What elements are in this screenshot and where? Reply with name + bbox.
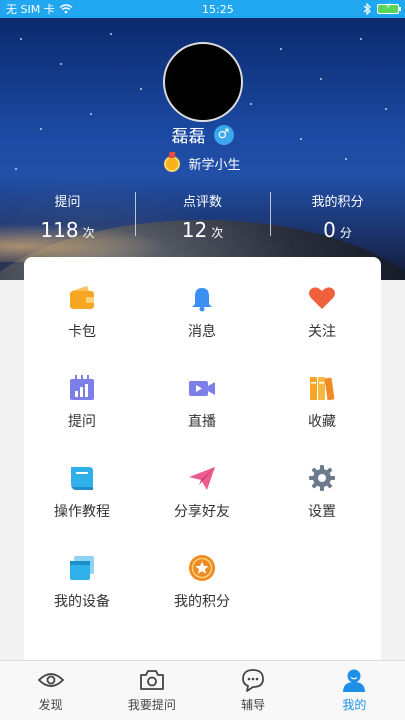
menu-label: 卡包: [68, 324, 96, 340]
menu-item-points[interactable]: 我的积分: [152, 553, 252, 623]
heart-icon: [309, 287, 335, 309]
paper-plane-icon: [189, 467, 215, 490]
nav-tutoring[interactable]: 辅导: [203, 661, 304, 720]
menu-label: 我的设备: [54, 594, 110, 610]
stat-unit: 次: [82, 226, 95, 240]
gear-icon: [309, 465, 335, 491]
menu-label: 设置: [308, 504, 336, 520]
clock: 15:25: [202, 2, 234, 16]
menu-item-live[interactable]: 直播: [152, 373, 252, 443]
carrier-text: 无 SIM 卡: [6, 3, 55, 16]
menu-item-questions[interactable]: 提问: [32, 373, 132, 443]
battery-icon: ⚡: [376, 2, 401, 14]
device-icon: [70, 556, 94, 580]
stat-value: 12: [181, 218, 208, 242]
menu-label: 操作教程: [54, 504, 110, 520]
nav-label: 我要提问: [127, 698, 176, 712]
book-icon: [71, 467, 93, 490]
bell-icon: [192, 288, 212, 312]
wallet-icon: [70, 286, 94, 309]
stat-label: 提问: [54, 195, 81, 210]
avatar[interactable]: [163, 42, 243, 122]
menu-item-devices[interactable]: 我的设备: [32, 553, 132, 623]
stat-unit: 分: [339, 226, 352, 240]
username-row: 磊磊 ♂: [0, 122, 405, 147]
menu-label: 收藏: [308, 414, 336, 430]
nav-label: 我的: [342, 698, 367, 712]
eye-icon: [37, 673, 64, 687]
stat-label: 点评数: [182, 195, 222, 210]
level-row: 新学小生: [0, 154, 405, 173]
stat-value: 118: [40, 218, 79, 242]
video-camera-icon: [189, 381, 215, 396]
stats-bar: 提问 118 次 点评数 12 次 我的积分 0分: [0, 188, 405, 244]
nav-ask[interactable]: 我要提问: [101, 661, 202, 720]
bottom-nav: 发现 我要提问 辅导 我的: [0, 660, 405, 720]
menu-label: 直播: [188, 414, 216, 430]
camera-icon: [139, 670, 164, 690]
stat-questions[interactable]: 提问 118 次: [0, 188, 135, 244]
status-bar: 无 SIM 卡 15:25 ⚡: [0, 0, 405, 18]
person-icon: [343, 669, 366, 692]
menu-item-follow[interactable]: 关注: [272, 283, 372, 353]
nav-label: 辅导: [241, 698, 266, 712]
stat-value: 0: [323, 218, 336, 242]
level-title: 新学小生: [188, 158, 241, 173]
books-icon: [310, 377, 335, 401]
coin-star-icon: [189, 555, 215, 581]
battery-charging-symbol: ⚡: [384, 2, 392, 12]
stat-reviews[interactable]: 点评数 12 次: [135, 188, 270, 244]
wifi-icon: [59, 4, 73, 14]
medal-icon: [164, 155, 181, 172]
menu-label: 关注: [308, 324, 336, 340]
male-icon: ♂: [213, 124, 234, 145]
bluetooth-icon: [363, 3, 371, 15]
stat-unit: 次: [211, 226, 224, 240]
calendar-chart-icon: [70, 375, 94, 400]
menu-item-favorites[interactable]: 收藏: [272, 373, 372, 443]
menu-item-tutorial[interactable]: 操作教程: [32, 463, 132, 533]
menu-item-settings[interactable]: 设置: [272, 463, 372, 533]
nav-label: 发现: [38, 698, 63, 712]
username: 磊磊: [171, 127, 206, 147]
nav-mine[interactable]: 我的: [304, 661, 405, 720]
menu-item-wallet[interactable]: 卡包: [32, 283, 132, 353]
menu-label: 分享好友: [174, 504, 230, 520]
menu-label: 提问: [68, 414, 96, 430]
menu-label: 我的积分: [174, 594, 230, 610]
menu-label: 消息: [188, 324, 216, 340]
status-right: ⚡: [363, 2, 401, 15]
status-left: 无 SIM 卡: [6, 1, 73, 17]
stat-label: 我的积分: [311, 195, 364, 210]
nav-discover[interactable]: 发现: [0, 661, 101, 720]
menu-item-share[interactable]: 分享好友: [152, 463, 252, 533]
chat-icon: [242, 669, 265, 692]
menu-item-messages[interactable]: 消息: [152, 283, 252, 353]
menu-card: 卡包 消息 关注 提问 直播 收藏 操作教程 分享好友 设置 我的设备 我的积分: [24, 257, 381, 677]
profile-header: 磊磊 ♂ 新学小生 提问 118 次 点评数 12 次 我的积分 0分: [0, 18, 405, 280]
stat-points[interactable]: 我的积分 0分: [270, 188, 405, 244]
